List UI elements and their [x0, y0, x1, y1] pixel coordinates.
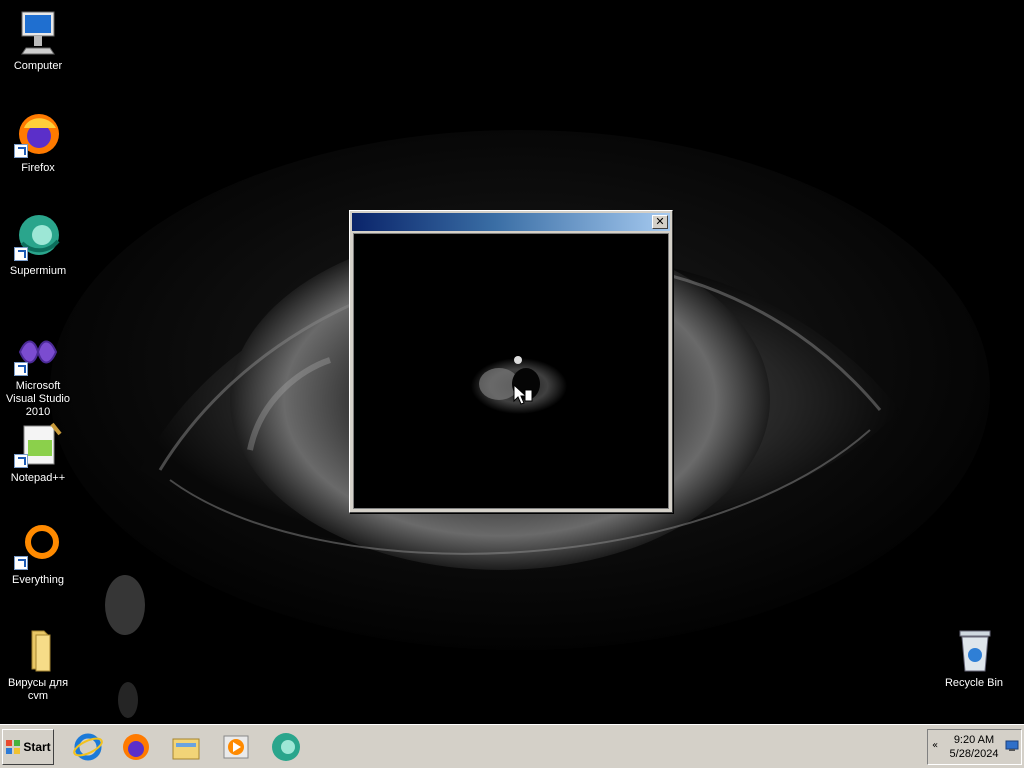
start-button[interactable]: Start [2, 729, 54, 765]
windows-logo-icon [6, 740, 21, 754]
desktop-icon-label: Microsoft Visual Studio 2010 [5, 380, 70, 418]
taskbar: Start « 9:20 AM 5/28/2024 [0, 724, 1024, 768]
desktop-icon-folder-viruses[interactable]: Вирусы для cvm [0, 625, 76, 703]
popup-window[interactable]: ✕ [349, 210, 673, 513]
shortcut-arrow-icon [14, 362, 28, 376]
desktop-icon-firefox[interactable]: Firefox [0, 110, 76, 175]
network-icon[interactable] [1005, 739, 1019, 753]
tray-expand-button[interactable]: « [932, 740, 938, 751]
desktop-icon-label: Computer [13, 60, 63, 72]
close-button[interactable]: ✕ [652, 215, 668, 229]
desktop-icon-everything[interactable]: Everything [0, 522, 76, 587]
shortcut-arrow-icon [14, 247, 28, 261]
shortcut-arrow-icon [14, 454, 28, 468]
media-player-icon[interactable] [220, 731, 252, 763]
firefox-icon [14, 110, 62, 158]
start-label: Start [23, 740, 51, 754]
shortcut-arrow-icon [14, 556, 28, 570]
firefox-icon[interactable] [120, 731, 152, 763]
desktop-icon-visual-studio[interactable]: Microsoft Visual Studio 2010 [0, 328, 76, 419]
desktop-icon-label: Вирусы для cvm [7, 677, 69, 702]
everything-icon [14, 522, 62, 570]
explorer-icon[interactable] [170, 731, 202, 763]
folder-icon [14, 625, 62, 673]
desktop-icon-label: Everything [12, 574, 64, 586]
desktop-icon-supermium[interactable]: Supermium [0, 213, 76, 278]
eye-image [471, 356, 567, 414]
desktop-icon-label: Notepad++ [10, 472, 66, 484]
computer-icon [14, 8, 62, 56]
clock-time: 9:20 AM [953, 734, 995, 746]
supermium-icon [14, 213, 62, 261]
clock[interactable]: 9:20 AM 5/28/2024 [944, 733, 1004, 761]
desktop-icon-label: Supermium [9, 265, 67, 277]
supermium-icon[interactable] [270, 731, 302, 763]
busy-cursor-icon [513, 384, 533, 405]
desktop-icon-notepadpp[interactable]: Notepad++ [0, 420, 76, 485]
clock-date: 5/28/2024 [949, 748, 999, 760]
shortcut-arrow-icon [14, 144, 28, 158]
window-content-image [353, 233, 669, 509]
system-tray: « 9:20 AM 5/28/2024 [927, 729, 1022, 765]
notepadpp-icon [14, 420, 62, 468]
desktop-icon-label: Recycle Bin [944, 677, 1004, 689]
desktop-icon-label: Firefox [21, 162, 55, 174]
desktop-icon-recycle-bin[interactable]: Recycle Bin [936, 625, 1012, 690]
window-titlebar[interactable]: ✕ [352, 213, 670, 231]
desktop-icon-computer[interactable]: Computer [0, 8, 76, 73]
internet-explorer-icon[interactable] [72, 731, 104, 763]
recycle-bin-icon [950, 625, 998, 673]
close-icon: ✕ [655, 215, 665, 228]
visual-studio-icon [14, 328, 62, 376]
